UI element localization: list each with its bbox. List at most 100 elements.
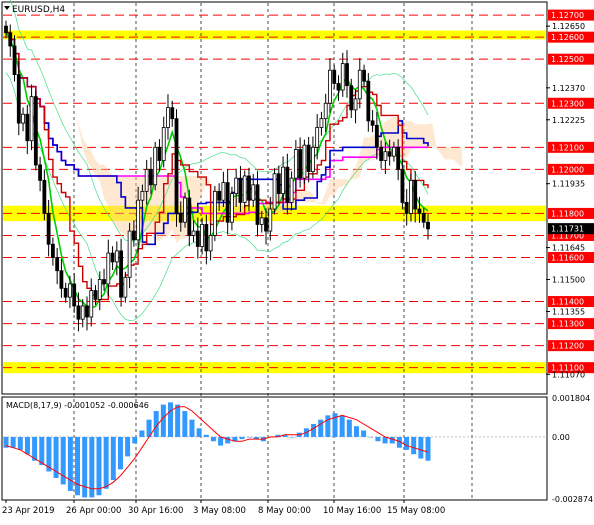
zone-0: [3, 30, 546, 40]
candle-body-54: [234, 177, 239, 194]
candle-body-32: [140, 190, 145, 201]
candle-body-76: [328, 69, 332, 104]
candle-body-14: [63, 287, 68, 298]
macd-bar-5: [39, 436, 45, 466]
price-tick-label-6: 1.11355: [552, 307, 585, 316]
candle-body-56: [242, 175, 247, 203]
macd-bar-22: [160, 404, 166, 437]
candle-body-35: [153, 146, 158, 186]
macd-bar-31: [225, 436, 231, 444]
symbol-title: EURUSD,H4: [12, 5, 65, 15]
macd-bar-44: [318, 419, 324, 437]
x-label-1: 26 Apr 00:00: [66, 506, 121, 516]
candle-body-19: [85, 305, 89, 318]
candle-body-64: [276, 173, 281, 194]
x-label-3: 3 May 08:00: [193, 506, 246, 516]
candle-body-21: [93, 290, 98, 300]
macd-bar-3: [24, 436, 30, 455]
x-label-5: 10 May 16:00: [323, 506, 381, 516]
macd-bar-26: [189, 419, 195, 437]
candle-body-13: [59, 270, 64, 289]
macd-bar-29: [210, 436, 216, 442]
macd-tick-label-0: 0.001804: [552, 394, 590, 403]
candle-body-79: [340, 63, 345, 91]
candle-body-60: [259, 217, 264, 225]
candle-body-45: [195, 230, 200, 247]
price-tick-label-4: 1.11645: [552, 244, 585, 253]
candle-body-83: [357, 69, 362, 100]
macd-bar-47: [339, 415, 345, 437]
candle-body-53: [230, 193, 234, 223]
candle-body-66: [285, 166, 290, 203]
candle-body-85: [366, 80, 371, 122]
macd-bar-51: [368, 436, 374, 438]
macd-bar-13: [96, 436, 102, 496]
macd-bar-40: [289, 436, 295, 438]
macd-bar-34: [246, 436, 252, 438]
macd-bar-52: [375, 436, 381, 442]
candle-body-9: [42, 179, 47, 214]
candle-body-95: [409, 179, 413, 214]
candle-body-43: [187, 197, 192, 236]
candle-body-91: [391, 146, 396, 157]
candle-body-98: [421, 213, 426, 223]
level-label-1: 1.12600: [551, 33, 584, 42]
candle-body-72: [311, 146, 315, 172]
candle-body-31: [136, 199, 141, 241]
candle-body-8: [38, 164, 43, 181]
candle-body-87: [374, 124, 379, 148]
price-tick-label-1: 1.12370: [552, 84, 585, 93]
macd-bar-18: [132, 436, 138, 444]
candle-body-86: [370, 120, 375, 126]
candle-body-51: [221, 182, 226, 201]
x-label-0: 23 Apr 2019: [2, 506, 55, 516]
candle-body-44: [191, 230, 196, 236]
senkou-line: [6, 31, 428, 215]
macd-bar-43: [311, 423, 317, 437]
candle-body-2: [12, 45, 17, 76]
candle-body-65: [281, 166, 285, 194]
candle-body-12: [55, 257, 60, 272]
candle-body-81: [349, 85, 354, 111]
macd-bar-15: [110, 436, 116, 481]
level-label-10: 1.11300: [551, 320, 584, 329]
candle-body-59: [255, 184, 260, 225]
chart-canvas[interactable]: 1.12700 1.12600 1.12500 1.12300 1.12100 1.120…: [0, 0, 594, 521]
candle-body-69: [298, 149, 303, 179]
candle-body-62: [268, 208, 273, 232]
price-tick-label-2: 1.12225: [552, 116, 585, 125]
macd-bar-24: [175, 404, 181, 437]
macd-bar-45: [325, 415, 331, 437]
candle-body-89: [383, 151, 388, 161]
candle-body-77: [332, 69, 337, 84]
macd-bar-50: [361, 430, 367, 437]
candle-body-78: [336, 83, 341, 91]
price-tick-label-0: 1.12650: [552, 22, 585, 31]
macd-bar-57: [411, 436, 417, 455]
candle-body-18: [80, 305, 85, 320]
level-label-11: 1.11200: [551, 342, 584, 351]
macd-bar-30: [218, 436, 224, 446]
candle-body-75: [323, 102, 328, 120]
candle-body-34: [149, 168, 153, 186]
macd-bar-16: [117, 436, 123, 470]
current-price-label: 1.11731: [551, 225, 584, 234]
macd-bar-11: [82, 436, 88, 498]
candle-body-11: [50, 243, 55, 258]
candle-body-27: [119, 250, 123, 298]
x-label-4: 8 May 00:00: [258, 506, 311, 516]
x-label-6: 15 May 08:00: [387, 506, 445, 516]
macd-bar-59: [425, 436, 431, 461]
macd-bar-19: [139, 430, 145, 437]
candle-body-20: [89, 290, 94, 318]
macd-bar-33: [239, 436, 245, 440]
candle-body-28: [123, 276, 128, 298]
candle-body-55: [238, 177, 243, 203]
price-tick-label-3: 1.11935: [552, 180, 585, 189]
candle-body-63: [272, 173, 277, 210]
candle-body-16: [72, 283, 77, 307]
candle-body-97: [417, 208, 422, 214]
candle-body-42: [183, 197, 187, 223]
level-label-3: 1.12300: [551, 99, 584, 108]
title-arrow-icon: [4, 6, 10, 10]
